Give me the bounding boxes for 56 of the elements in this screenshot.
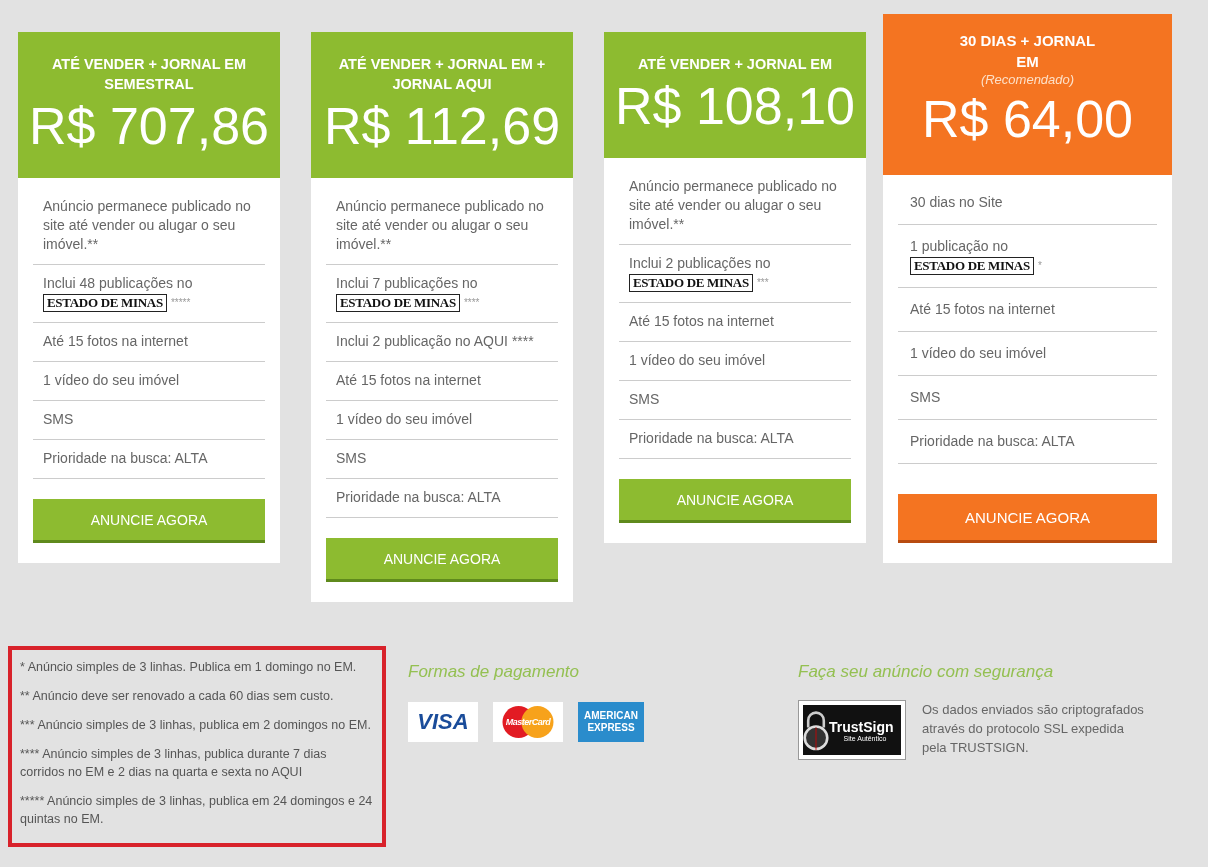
feature-text: Prioridade na busca: ALTA [336,488,502,507]
plan-price: R$ 112,69 [322,96,562,156]
plan-title: ATÉ VENDER + JORNAL EM [636,55,833,74]
footnote: **** Anúncio simples de 3 linhas, publica durante 7 dias corridos no EM e 2 dias na quarta e sexta no AQUI [20,746,328,781]
feature-text: 1 publicação no [910,237,1010,256]
feature-text: SMS [43,410,75,429]
advertise-button[interactable]: ANUNCIE AGORA [326,538,558,582]
feature-text: Até 15 fotos na internet [629,312,775,331]
feature-text: Até 15 fotos na internet [43,332,189,351]
footnote-mark: *** [756,276,769,290]
newspaper-logo: ESTADO DE MINAS [336,293,460,312]
plan-title: 30 DIAS + JORNAL EM [958,31,1097,72]
plan-price: R$ 707,86 [28,96,270,156]
footnote-mark: * [1037,259,1042,273]
section-title: Formas de pagamento [408,662,581,682]
feature-text: Inclui 2 publicação no AQUI **** [336,332,535,351]
plan-price: R$ 64,00 [920,89,1134,149]
feature-text: SMS [629,390,661,409]
newspaper-logo: ESTADO DE MINAS [629,273,753,292]
feature-text: Anúncio permanece publicado no site até vender ou alugar o seu imóvel.** [336,197,545,254]
advertise-button[interactable]: ANUNCIE AGORA [898,494,1157,543]
footnote: ***** Anúncio simples de 3 linhas, publica em 24 domingos e 24 quintas no EM. [20,793,374,828]
feature-text: 30 dias no Site [910,193,1004,212]
feature-text: Anúncio permanece publicado no site até vender ou alugar o seu imóvel.** [629,177,838,234]
feature-text: Prioridade na busca: ALTA [910,432,1076,451]
advertise-button[interactable]: ANUNCIE AGORA [33,499,265,543]
plan-title: ATÉ VENDER + JORNAL EM + JORNAL AQUI [337,55,547,94]
advertise-button[interactable]: ANUNCIE AGORA [619,479,851,523]
footnote-mark: ***** [170,296,191,310]
feature-text: 1 vídeo do seu imóvel [910,344,1048,363]
footnote: * Anúncio simples de 3 linhas. Publica em 1 domingo no EM. [20,659,358,676]
security-text: Os dados enviados são criptografados através do protocolo SSL expedida pela TRUSTSIGN. [922,701,1145,757]
feature-text: Prioridade na busca: ALTA [43,449,209,468]
visa-logo: VISA [408,702,478,742]
feature-text: Anúncio permanece publicado no site até vender ou alugar o seu imóvel.** [43,197,252,254]
feature-text: Inclui 48 publicações no [43,274,194,293]
feature-text: Prioridade na busca: ALTA [629,429,795,448]
feature-text: 1 vídeo do seu imóvel [336,410,474,429]
feature-text: Até 15 fotos na internet [910,300,1056,319]
feature-text: 1 vídeo do seu imóvel [629,351,767,370]
amex-logo: AMERICAN EXPRESS [578,702,644,742]
feature-text: Inclui 2 publicações no [629,254,772,273]
plan-subtitle: (Recomendado) [979,72,1076,87]
footnote-mark: **** [463,296,480,310]
newspaper-logo: ESTADO DE MINAS [43,293,167,312]
feature-text: SMS [336,449,368,468]
feature-text: Até 15 fotos na internet [336,371,482,390]
plan-price: R$ 108,10 [614,76,856,136]
plan-title: ATÉ VENDER + JORNAL EM SEMESTRAL [50,55,247,94]
feature-text: 1 vídeo do seu imóvel [43,371,181,390]
feature-text: SMS [910,388,942,407]
newspaper-logo: ESTADO DE MINAS [910,256,1034,275]
feature-text: Inclui 7 publicações no [336,274,479,293]
section-title: Faça seu anúncio com segurança [798,662,1055,682]
footnote: ** Anúncio deve ser renovado a cada 60 dias sem custo. [20,688,335,705]
footnote: *** Anúncio simples de 3 linhas, publica em 2 domingos no EM. [20,717,372,734]
